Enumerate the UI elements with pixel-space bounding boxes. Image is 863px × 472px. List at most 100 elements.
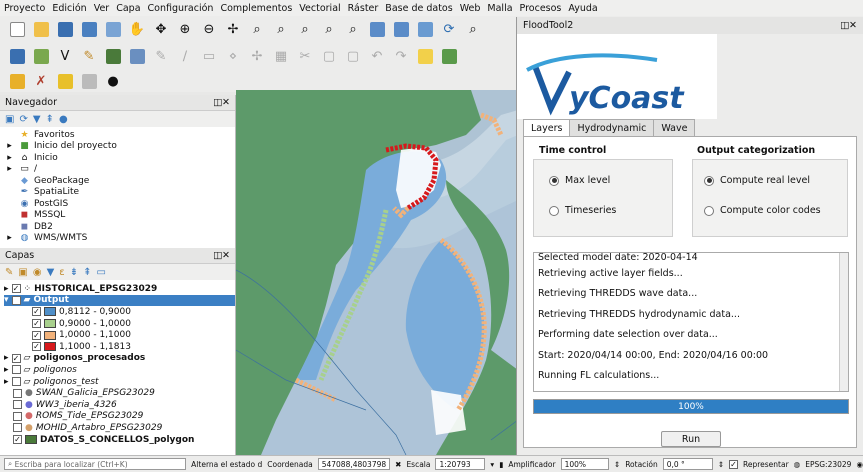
calculator-icon[interactable]: [78, 71, 100, 91]
visibility-icon[interactable]: ◉: [33, 267, 42, 278]
new-3d-view-icon[interactable]: [390, 20, 412, 40]
tree-item[interactable]: ◆ GeoPackage: [4, 175, 235, 187]
radio-indicator[interactable]: [549, 175, 559, 186]
layer-checkbox[interactable]: [13, 411, 22, 421]
tree-item[interactable]: ◼ MSSQL: [4, 210, 235, 222]
layer-item[interactable]: ▾ ✓ ▰ Output: [4, 294, 235, 307]
tree-item[interactable]: ◼ DB2: [4, 221, 235, 233]
zoom-last-icon[interactable]: ⌕: [318, 20, 340, 40]
radio-max-level[interactable]: Max level: [549, 175, 610, 186]
panel-close-icon[interactable]: ◫✕: [213, 97, 230, 108]
dialog-close-icon[interactable]: ◫✕: [840, 20, 857, 31]
zoom-next-icon[interactable]: ⌕: [342, 20, 364, 40]
menu-item-12[interactable]: Ayuda: [568, 3, 597, 14]
render-checkbox[interactable]: ✓: [728, 459, 738, 469]
digitize-icon[interactable]: ✎: [78, 47, 100, 67]
legend-item[interactable]: ✓ 1,1000 - 1,1813: [4, 341, 235, 353]
legend-checkbox[interactable]: ✓: [32, 330, 41, 340]
legend-checkbox[interactable]: ✓: [32, 342, 41, 352]
map-canvas[interactable]: [236, 90, 518, 455]
rotation-spin-icon[interactable]: ⇕: [718, 460, 724, 469]
lock-icon[interactable]: ▮: [499, 460, 503, 469]
layer-checkbox[interactable]: [13, 423, 22, 433]
layer-checkbox[interactable]: ✓: [11, 353, 21, 363]
new-layer-icon[interactable]: [30, 47, 52, 67]
new-map-view-icon[interactable]: [366, 20, 388, 40]
open-project-icon[interactable]: [30, 20, 52, 40]
layer-checkbox[interactable]: [11, 377, 21, 387]
expand-icon[interactable]: ⇟: [70, 267, 78, 278]
legend-checkbox[interactable]: ✓: [32, 319, 41, 329]
radio-indicator[interactable]: [704, 205, 714, 216]
refresh-icon[interactable]: ⟳: [438, 20, 460, 40]
tree-item[interactable]: ▸ ■ Inicio del proyecto: [4, 141, 235, 153]
legend-item[interactable]: ✓ 1,0000 - 1,1000: [4, 329, 235, 341]
layer-item[interactable]: ● SWAN_Galicia_EPSG23029: [4, 387, 235, 399]
redo-icon[interactable]: ↷: [390, 47, 412, 67]
menu-item-10[interactable]: Malla: [487, 3, 512, 14]
edit-paste-icon[interactable]: ▢: [342, 47, 364, 67]
filter-icon[interactable]: ▼: [33, 114, 41, 125]
legend-item[interactable]: ✓ 0,8112 - 0,9000: [4, 306, 235, 318]
filter-expression-icon[interactable]: ε: [59, 267, 64, 278]
zoom-out-icon[interactable]: ⊖: [198, 20, 220, 40]
zoom-in-icon[interactable]: ⊕: [174, 20, 196, 40]
label-tool-icon[interactable]: [438, 47, 460, 67]
zoom-native-icon[interactable]: ⌕: [294, 20, 316, 40]
measure-icon[interactable]: ✗: [30, 71, 52, 91]
edit-copy-icon[interactable]: ▢: [318, 47, 340, 67]
refresh-icon[interactable]: ⟳: [19, 114, 27, 125]
radio-compute-real-level[interactable]: Compute real level: [704, 175, 810, 186]
add-vector-icon[interactable]: V: [54, 47, 76, 67]
scale-field[interactable]: 1:20793: [435, 458, 486, 470]
filter-icon[interactable]: ▼: [47, 267, 55, 278]
radio-indicator[interactable]: [704, 175, 714, 186]
tree-item[interactable]: ◉ PostGIS: [4, 198, 235, 210]
edit-delete-icon[interactable]: ▦: [270, 47, 292, 67]
edit-save-icon[interactable]: ▭: [198, 47, 220, 67]
tree-item[interactable]: ★ Favoritos: [4, 129, 235, 141]
edit-cut-icon[interactable]: ✂: [294, 47, 316, 67]
tab-wave[interactable]: Wave: [653, 119, 696, 137]
add-group-icon[interactable]: ▣: [18, 267, 27, 278]
scale-dropdown-icon[interactable]: ▾: [490, 460, 494, 469]
tree-item[interactable]: ✒ SpatiaLite: [4, 187, 235, 199]
magnifier-spin-icon[interactable]: ⇕: [614, 460, 620, 469]
layer-item[interactable]: ▸ ✓ ▱ poligonos_procesados: [4, 353, 235, 365]
data-source-manager-icon[interactable]: [6, 47, 28, 67]
rotation-field[interactable]: 0,0 °: [662, 458, 713, 470]
menu-item-6[interactable]: Vectorial: [299, 3, 340, 14]
layer-item[interactable]: ▸ ✓ ⁘ HISTORICAL_EPSG23029: [4, 283, 235, 295]
identify-icon[interactable]: ⌕: [462, 20, 484, 40]
layer-checkbox[interactable]: ✓: [11, 284, 21, 294]
legend-item[interactable]: ✓ 0,9000 - 1,0000: [4, 318, 235, 330]
layer-item[interactable]: ✓ DATOS_S_CONCELLOS_polygon: [4, 434, 235, 446]
add-selected-icon[interactable]: ▣: [5, 114, 14, 125]
coordinate-field[interactable]: 547088,4803798: [317, 458, 391, 470]
panel-close-icon[interactable]: ◫✕: [213, 250, 230, 261]
layer-checkbox[interactable]: [13, 400, 22, 410]
print-layout-icon[interactable]: [102, 20, 124, 40]
save-project-icon[interactable]: [54, 20, 76, 40]
undo-icon[interactable]: ↶: [366, 47, 388, 67]
menu-item-2[interactable]: Ver: [94, 3, 110, 14]
menu-item-11[interactable]: Procesos: [520, 3, 562, 14]
menu-item-4[interactable]: Configuración: [148, 3, 214, 14]
run-button[interactable]: Run: [661, 431, 721, 447]
layer-item[interactable]: ▸ ▱ poligonos_test: [4, 376, 235, 388]
tab-hydrodynamic[interactable]: Hydrodynamic: [569, 119, 655, 137]
edit-vertex-icon[interactable]: ⋄: [222, 47, 244, 67]
radio-indicator[interactable]: [549, 205, 559, 216]
remove-layer-icon[interactable]: ▭: [96, 267, 105, 278]
tab-layers[interactable]: Layers: [523, 119, 571, 137]
menu-item-7[interactable]: Ráster: [348, 3, 379, 14]
layer-item[interactable]: ● MOHID_Artabro_EPSG23029: [4, 422, 235, 434]
crs-button[interactable]: EPSG:23029: [805, 460, 851, 469]
style-icon[interactable]: ✎: [5, 267, 13, 278]
layer-item[interactable]: ▸ ▱ poligonos: [4, 364, 235, 376]
layer-checkbox[interactable]: ✓: [11, 295, 21, 305]
select-icon[interactable]: [6, 71, 28, 91]
collapse-icon[interactable]: ⇞: [83, 267, 91, 278]
tree-item[interactable]: ▸ ⌂ Inicio: [4, 152, 235, 164]
edit-move-icon[interactable]: ✢: [246, 47, 268, 67]
